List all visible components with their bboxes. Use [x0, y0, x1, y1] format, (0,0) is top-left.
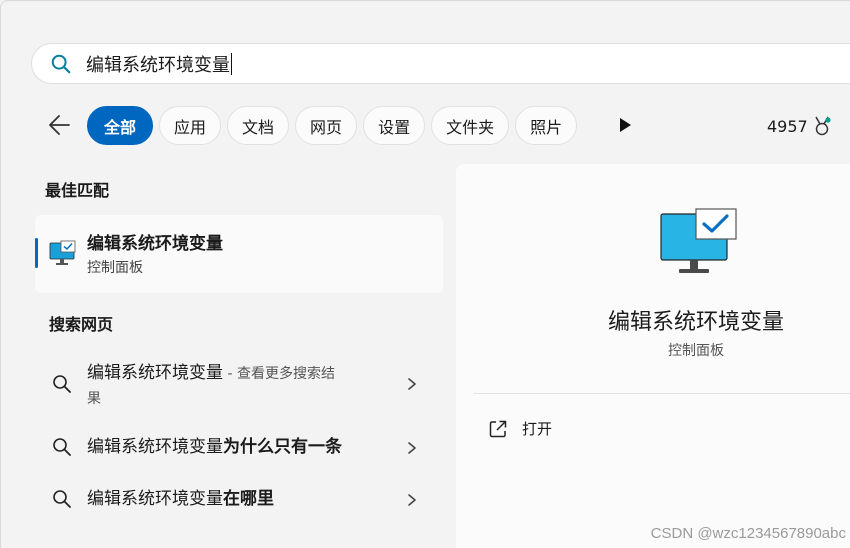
selection-indicator [35, 238, 38, 268]
control-panel-monitor-icon [660, 208, 737, 273]
preview-subtitle: 控制面板 [668, 343, 724, 359]
best-match-header: 最佳匹配 [45, 181, 110, 200]
open-action[interactable]: 打开 [488, 418, 552, 439]
web-result-text: 编辑系统环境变量在哪里 [87, 487, 274, 511]
chip-apps[interactable]: 应用 [159, 106, 222, 145]
web-result-query: 编辑系统环境变量 [87, 363, 223, 383]
watermark: CSDN @wzc1234567890abc [650, 525, 846, 542]
chip-web[interactable]: 网页 [295, 106, 358, 145]
chip-settings[interactable]: 设置 [363, 106, 426, 145]
chip-documents[interactable]: 文档 [227, 106, 290, 145]
web-result-text: 编辑系统环境变量 - 查看更多搜索结果 [87, 361, 367, 411]
web-result-query: 编辑系统环境变量 [87, 489, 223, 509]
search-icon [53, 438, 71, 456]
search-icon [51, 54, 71, 74]
web-result-extra: - 查看更多搜索结 [223, 366, 335, 382]
preview-panel: 编辑系统环境变量 控制面板 打开 [456, 164, 850, 548]
open-action-label: 打开 [522, 420, 553, 438]
preview-title: 编辑系统环境变量 [607, 310, 784, 335]
best-match-subtitle: 控制面板 [87, 260, 143, 276]
divider [474, 393, 850, 394]
filter-chips: 全部 应用 文档 网页 设置 文件夹 照片 [87, 106, 578, 145]
web-result-suggestion: 为什么只有一条 [223, 437, 342, 457]
control-panel-monitor-icon [49, 240, 76, 265]
chevron-right-icon [408, 378, 416, 390]
search-query-text: 编辑系统环境变量 [86, 55, 230, 76]
best-match-item[interactable]: 编辑系统环境变量 控制面板 [35, 215, 443, 293]
best-match-name: 编辑系统环境变量 [87, 234, 223, 254]
web-search-header: 搜索网页 [49, 315, 114, 334]
open-external-icon [489, 420, 507, 437]
web-result-query: 编辑系统环境变量 [87, 437, 223, 457]
web-result-item[interactable]: 编辑系统环境变量 - 查看更多搜索结果 [35, 359, 443, 411]
chip-photos[interactable]: 照片 [515, 106, 578, 145]
web-result-suggestion: 在哪里 [223, 489, 274, 509]
search-window: 编辑系统环境变量 全部 应用 文档 网页 设置 文件夹 照片 4957 最佳匹配 [0, 0, 850, 548]
web-result-text: 编辑系统环境变量为什么只有一条 [87, 435, 342, 459]
text-caret [231, 53, 232, 75]
search-box[interactable]: 编辑系统环境变量 [31, 43, 850, 84]
play-more-icon[interactable] [615, 115, 635, 135]
web-result-item[interactable]: 编辑系统环境变量在哪里 [35, 481, 443, 517]
chip-folders[interactable]: 文件夹 [431, 106, 510, 145]
points-value: 4957 [767, 116, 808, 136]
back-arrow-icon[interactable] [47, 112, 73, 138]
search-icon [53, 490, 71, 508]
search-icon [53, 375, 71, 393]
chevron-right-icon [408, 494, 416, 506]
search-input[interactable]: 编辑系统环境变量 [86, 53, 232, 77]
chip-all[interactable]: 全部 [87, 106, 154, 145]
chevron-right-icon [408, 442, 416, 454]
web-result-extra-wrap: 果 [87, 391, 101, 407]
rewards-medal-icon [815, 116, 831, 136]
web-result-item[interactable]: 编辑系统环境变量为什么只有一条 [35, 429, 443, 465]
rewards-points[interactable]: 4957 [767, 115, 832, 137]
